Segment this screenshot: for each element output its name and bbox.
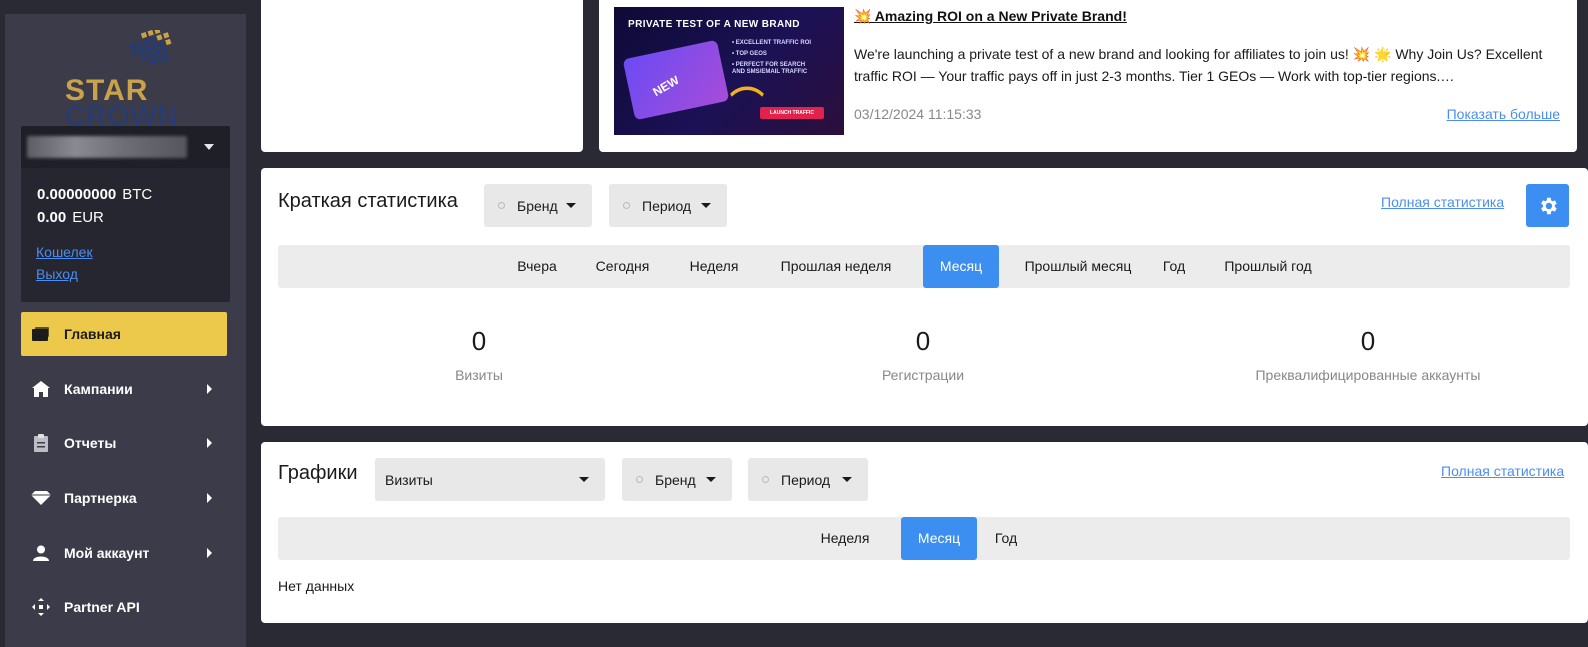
account-name-redacted [27, 136, 187, 158]
brand-filter-label: Бренд [655, 471, 696, 488]
settings-button[interactable] [1526, 184, 1569, 227]
empty-chart-message: Нет данных [278, 578, 355, 594]
btc-amount: 0.00000000 [37, 186, 117, 203]
visits-label: Визиты [455, 367, 503, 383]
logout-link[interactable]: Выход [36, 266, 78, 282]
tab-year[interactable]: Год [1158, 245, 1190, 288]
sidebar-item-label: Мой аккаунт [64, 545, 150, 561]
eur-amount: 0.00 [37, 209, 67, 226]
tab-year[interactable]: Год [990, 517, 1022, 560]
banner-headline: PRIVATE TEST OF A NEW BRAND [628, 19, 800, 30]
chevron-down-icon [566, 203, 576, 208]
account-panel: 0.00000000 BTC 0.00 EUR Кошелек Выход [21, 126, 230, 302]
radio-circle-icon [498, 202, 505, 209]
news-banner-image[interactable]: PRIVATE TEST OF A NEW BRAND • EXCELLENT … [614, 7, 844, 135]
qualified-accounts-label: Преквалифицированные аккаунты [1255, 367, 1481, 383]
radio-circle-icon [636, 476, 643, 483]
brand-filter-dropdown[interactable]: Бренд [484, 184, 592, 227]
charts-card: Графики Визиты Бренд Период Полная стати… [261, 442, 1588, 623]
charts-title: Графики [278, 462, 358, 484]
news-excerpt: We're launching a private test of a new … [854, 46, 1543, 84]
wallet-icon [29, 322, 53, 346]
period-filter-dropdown[interactable]: Период [748, 458, 868, 501]
metric-select-label: Визиты [385, 471, 433, 488]
chevron-down-icon [842, 477, 852, 482]
btc-balance: 0.00000000 BTC [37, 186, 152, 203]
sidebar-item-campaigns[interactable]: Кампании [21, 367, 227, 411]
btc-currency: BTC [122, 186, 153, 203]
qualified-accounts-value: 0 [1360, 326, 1376, 356]
quick-stats-card: Краткая статистика Бренд Период Полная с… [261, 168, 1588, 426]
news-date: 03/12/2024 11:15:33 [854, 106, 982, 122]
quick-stats-period-tabs: Вчера Сегодня Неделя Прошлая неделя Меся… [278, 245, 1570, 288]
diamond-icon [29, 486, 53, 510]
account-selector[interactable] [21, 126, 230, 168]
sidebar-item-label: Партнерка [64, 490, 137, 506]
radio-circle-icon [623, 202, 630, 209]
eur-balance: 0.00 EUR [37, 209, 104, 226]
chevron-right-icon [207, 438, 212, 448]
banner-arch-graphic: ⌒ [730, 86, 764, 124]
brand-filter-dropdown[interactable]: Бренд [622, 458, 732, 501]
sidebar-item-label: Partner API [64, 599, 140, 615]
banner-bullet: • PERFECT FOR SEARCH [732, 62, 806, 68]
news-title-link[interactable]: 💥 Amazing ROI on a New Private Brand! [854, 8, 1127, 25]
full-stats-link[interactable]: Полная статистика [1441, 463, 1564, 479]
tab-week[interactable]: Неделя [810, 517, 880, 560]
eur-currency: EUR [72, 209, 104, 226]
news-card: PRIVATE TEST OF A NEW BRAND • EXCELLENT … [599, 0, 1577, 152]
user-icon [29, 541, 53, 565]
sidebar-item-label: Главная [64, 326, 121, 342]
brand-filter-label: Бренд [517, 197, 558, 214]
chevron-right-icon [207, 493, 212, 503]
sidebar-item-my-account[interactable]: Мой аккаунт [21, 531, 227, 575]
chevron-right-icon [207, 384, 212, 394]
sidebar-item-home[interactable]: Главная [21, 312, 227, 356]
banner-bullet: • EXCELLENT TRAFFIC ROI [732, 40, 812, 46]
tab-month[interactable]: Месяц [923, 245, 999, 288]
home-icon [29, 377, 53, 401]
show-more-link[interactable]: Показать больше [1447, 106, 1560, 122]
sidebar: STAR CROWN 0.00000000 BTC 0.00 EUR Кошелек… [5, 14, 246, 647]
banner-launch-button: LAUNCH TRAFFIC [760, 107, 824, 119]
period-filter-label: Период [781, 471, 831, 488]
registrations-value: 0 [915, 326, 931, 356]
tab-month[interactable]: Месяц [901, 517, 977, 560]
empty-widget-card [261, 0, 583, 152]
chevron-down-icon [579, 477, 589, 482]
radio-circle-icon [762, 476, 769, 483]
sidebar-item-label: Отчеты [64, 435, 117, 451]
sidebar-item-partner[interactable]: Партнерка [21, 476, 227, 520]
metric-select[interactable]: Визиты [375, 458, 605, 501]
tab-week[interactable]: Неделя [678, 245, 750, 288]
visits-value: 0 [471, 326, 487, 356]
banner-bullet: • TOP GEOS [732, 51, 767, 57]
wallet-link[interactable]: Кошелек [36, 244, 93, 260]
api-icon [29, 595, 53, 619]
quick-stats-title: Краткая статистика [278, 190, 458, 212]
tab-yesterday[interactable]: Вчера [505, 245, 569, 288]
chevron-down-icon [701, 203, 711, 208]
chevron-down-icon [204, 144, 214, 150]
charts-period-tabs: Неделя Месяц Год [278, 517, 1570, 560]
registrations-label: Регистрации [881, 367, 965, 383]
sidebar-item-label: Кампании [64, 381, 133, 397]
sidebar-item-reports[interactable]: Отчеты [21, 421, 227, 465]
tab-last-month[interactable]: Прошлый месяц [1012, 245, 1144, 288]
full-stats-link[interactable]: Полная статистика [1381, 194, 1504, 210]
chevron-down-icon [706, 477, 716, 482]
chevron-right-icon [207, 548, 212, 558]
tab-last-week[interactable]: Прошлая неделя [766, 245, 906, 288]
sidebar-item-partner-api[interactable]: Partner API [21, 585, 227, 629]
tab-today[interactable]: Сегодня [584, 245, 661, 288]
period-filter-dropdown[interactable]: Период [609, 184, 727, 227]
gear-icon [1540, 197, 1557, 214]
banner-bullet: AND SMS/EMAIL TRAFFIC [732, 69, 808, 75]
clipboard-icon [29, 431, 53, 455]
tab-last-year[interactable]: Прошлый год [1208, 245, 1328, 288]
period-filter-label: Период [642, 197, 692, 214]
brand-logo[interactable]: STAR CROWN [59, 30, 193, 130]
